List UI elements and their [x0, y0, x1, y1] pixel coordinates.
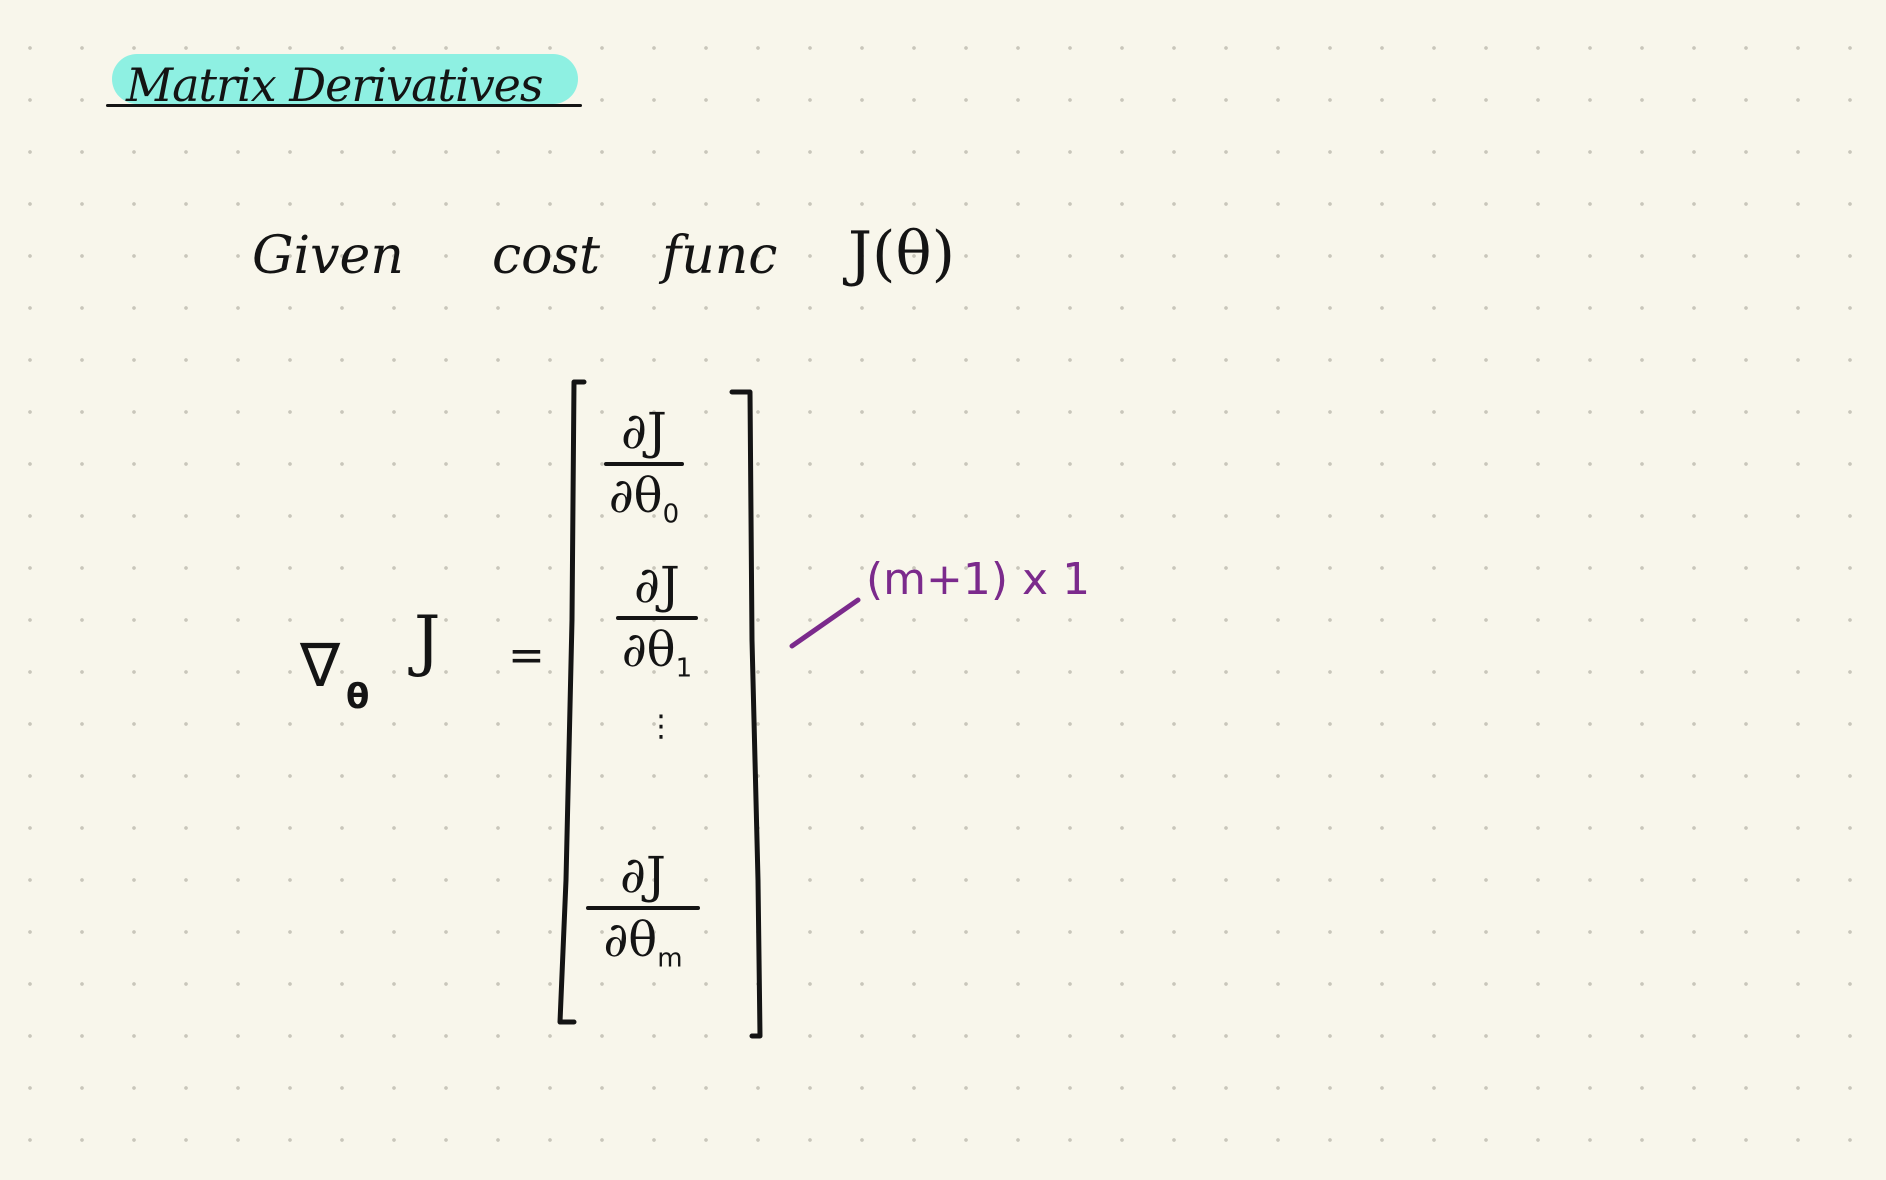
partial-entry-1: ∂J ∂θ1 [616, 560, 698, 682]
right-bracket [729, 389, 763, 1039]
entry-1-numerator: ∂J [634, 556, 680, 614]
partial-entry-m: ∂J ∂θm [586, 850, 700, 972]
left-bracket [557, 379, 587, 1025]
entry-m-denominator: ∂θm [603, 912, 683, 974]
entry-0-denominator: ∂θ0 [608, 468, 680, 530]
entry-m-numerator: ∂J [620, 846, 666, 904]
vertical-ellipsis: ⋮ [646, 709, 676, 744]
annotation-pointer [789, 597, 861, 649]
dimension-annotation: (m+1) x 1 [866, 554, 1091, 605]
entry-1-denominator: ∂θ1 [621, 622, 693, 684]
partial-entry-0: ∂J ∂θ0 [604, 406, 684, 528]
note-page: Matrix Derivatives Given cost func J(θ) … [0, 0, 1886, 1180]
entry-0-numerator: ∂J [621, 402, 667, 460]
